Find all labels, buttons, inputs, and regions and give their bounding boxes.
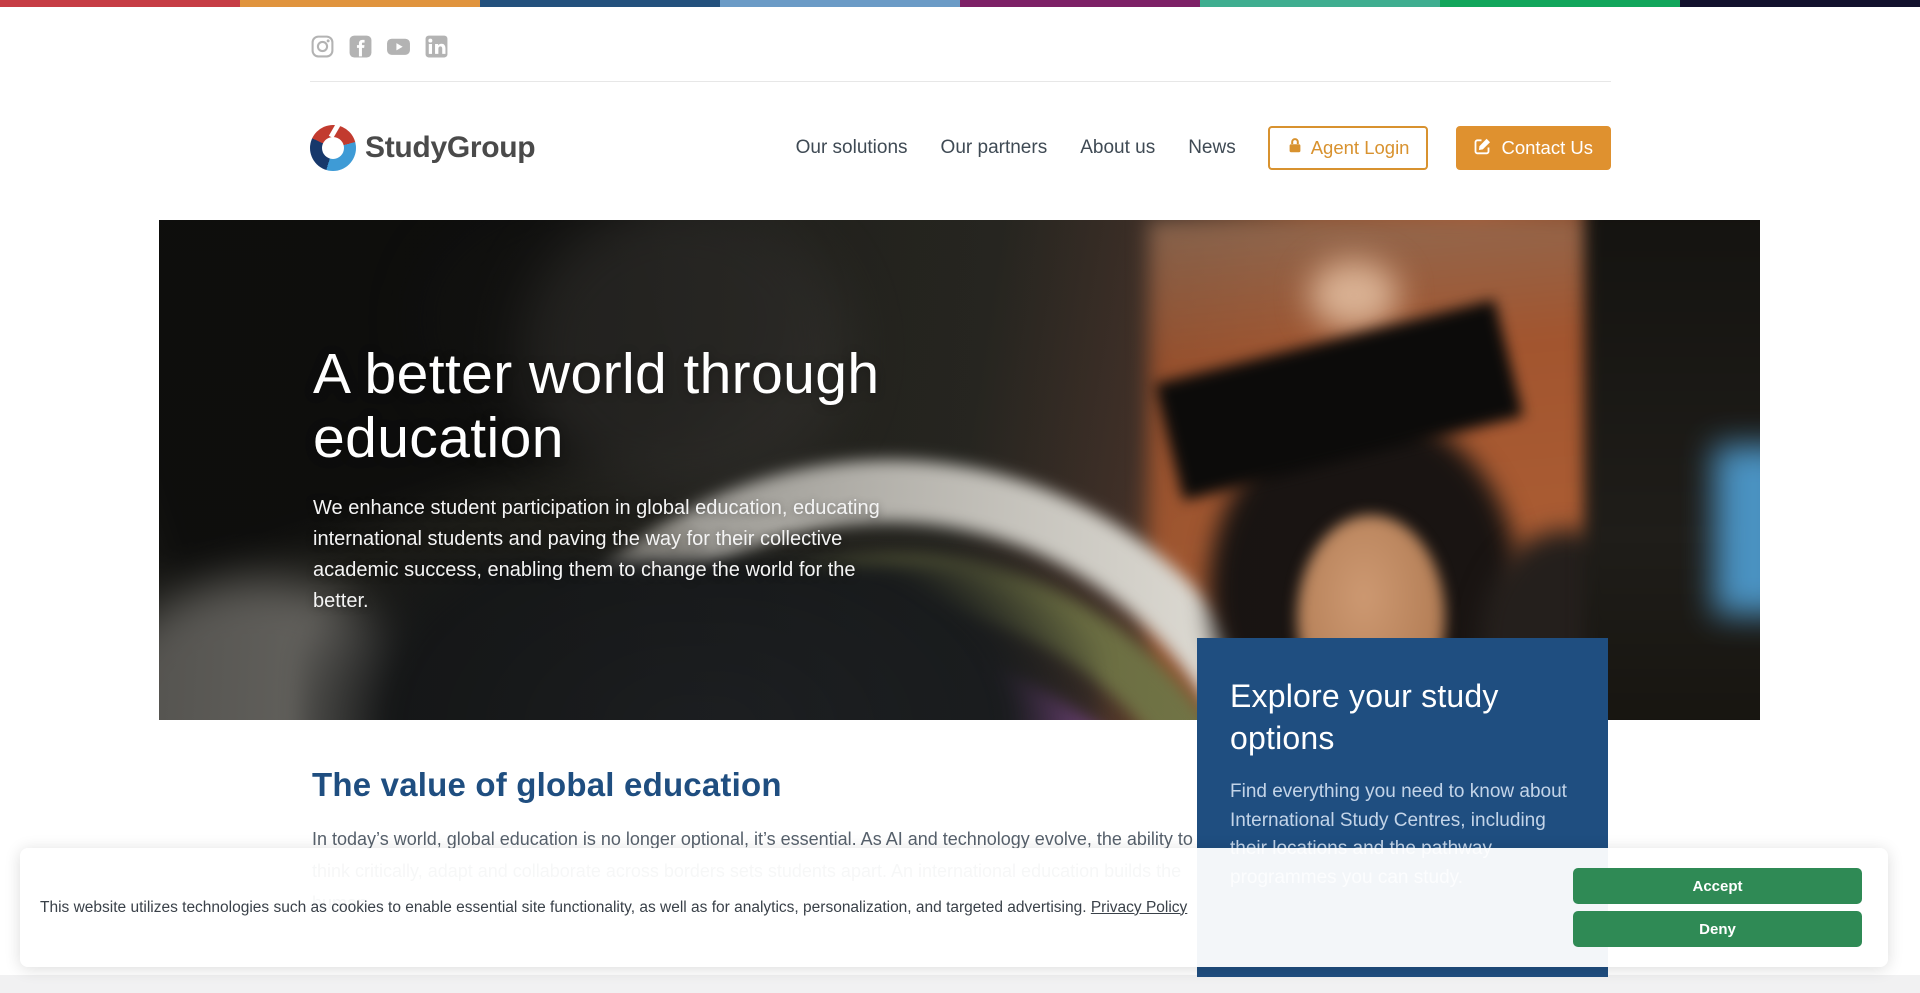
page: StudyGroup Our solutions Our partners Ab… <box>0 0 1920 993</box>
social-links <box>310 34 449 59</box>
hero-description: We enhance student participation in glob… <box>313 493 913 617</box>
agent-login-label: Agent Login <box>1311 137 1410 159</box>
edit-icon <box>1474 137 1492 160</box>
facebook-icon[interactable] <box>348 34 373 59</box>
stripe-segment <box>960 0 1200 7</box>
cookie-message: This website utilizes technologies such … <box>40 897 1573 919</box>
header: StudyGroup Our solutions Our partners Ab… <box>310 113 1611 183</box>
hero-title: A better world through education <box>313 342 933 471</box>
header-divider <box>310 81 1611 82</box>
brand-stripe <box>0 0 1920 7</box>
value-section-title: The value of global education <box>312 766 1212 804</box>
studygroup-logo-icon <box>310 125 356 171</box>
stripe-segment <box>1440 0 1680 7</box>
nav-our-solutions[interactable]: Our solutions <box>796 137 908 159</box>
linkedin-icon[interactable] <box>424 34 449 59</box>
lock-icon <box>1287 137 1303 159</box>
cookie-message-text: This website utilizes technologies such … <box>40 899 1091 916</box>
nav-news[interactable]: News <box>1188 137 1236 159</box>
hero-text-block: A better world through education We enha… <box>313 342 953 617</box>
contact-us-button[interactable]: Contact Us <box>1456 126 1611 170</box>
study-card-title: Explore your study options <box>1230 676 1580 759</box>
cookie-consent-banner: This website utilizes technologies such … <box>20 848 1888 967</box>
studygroup-logo-text: StudyGroup <box>365 131 535 165</box>
stripe-segment <box>0 0 240 7</box>
nav-about-us[interactable]: About us <box>1080 137 1155 159</box>
studygroup-logo[interactable]: StudyGroup <box>310 125 535 171</box>
accept-button[interactable]: Accept <box>1573 868 1862 904</box>
stripe-segment <box>480 0 720 7</box>
instagram-icon[interactable] <box>310 34 335 59</box>
contact-us-label: Contact Us <box>1501 137 1593 159</box>
stripe-segment <box>240 0 480 7</box>
stripe-segment <box>720 0 960 7</box>
deny-button[interactable]: Deny <box>1573 911 1862 947</box>
privacy-policy-link[interactable]: Privacy Policy <box>1091 899 1187 916</box>
youtube-icon[interactable] <box>386 34 411 59</box>
page-bottom-strip <box>0 975 1920 993</box>
stripe-segment <box>1200 0 1440 7</box>
agent-login-button[interactable]: Agent Login <box>1268 126 1429 170</box>
stripe-segment <box>1680 0 1920 7</box>
cookie-buttons: Accept Deny <box>1573 868 1862 947</box>
nav-our-partners[interactable]: Our partners <box>941 137 1048 159</box>
main-nav: Our solutions Our partners About us News <box>796 137 1236 159</box>
